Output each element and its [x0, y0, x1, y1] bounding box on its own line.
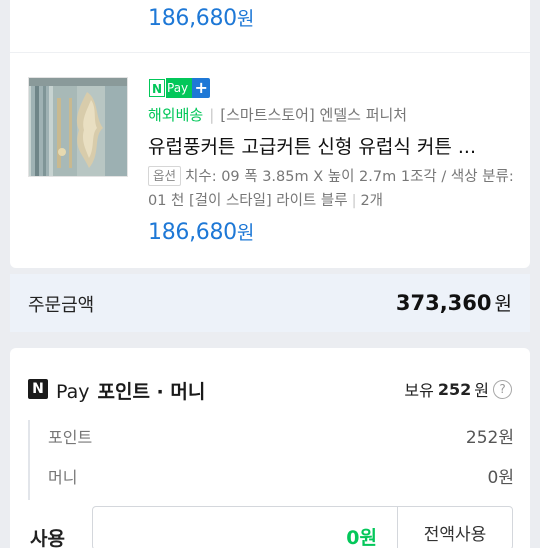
item-1-price: 186,680원 — [148, 6, 255, 31]
owned-balance: 보유 252 원 ? — [404, 377, 512, 401]
plus-icon: + — [192, 78, 211, 98]
option-tag: 옵션 — [148, 166, 182, 186]
npay-points-title: Pay 포인트 · 머니 — [56, 381, 206, 403]
item-2-seller-line: 해외배송 | [스마트스토어] 엔델스 퍼니처 — [148, 106, 408, 124]
balance-breakdown: 포인트 252원 머니 0원 — [28, 420, 514, 500]
money-row: 머니 0원 — [48, 468, 514, 488]
npay-points-card: N Pay 포인트 · 머니 보유 252 원 ? 포인트 252원 머니 0원 … — [10, 348, 530, 548]
option-text: 치수: 09 폭 3.85m X 높이 2.7m 1조각 / 색상 분류: 01… — [148, 169, 514, 209]
use-amount-input[interactable]: 0원 — [92, 506, 398, 548]
item-2-options: 옵션 치수: 09 폭 3.85m X 높이 2.7m 1조각 / 색상 분류: … — [148, 166, 514, 209]
npay-plus-badge: N Pay + — [148, 78, 211, 98]
points-row: 포인트 252원 — [48, 428, 514, 448]
item-2-title[interactable]: 유럽풍커튼 고급커튼 신형 유럽식 커튼 ... — [148, 132, 520, 159]
order-total-value: 373,360 원 — [395, 291, 512, 315]
use-all-button[interactable]: 전액사용 — [397, 506, 513, 548]
item-2-price: 186,680원 — [148, 220, 255, 245]
npay-n-icon: N — [149, 79, 165, 97]
help-icon[interactable]: ? — [493, 379, 512, 399]
item-2-thumbnail[interactable] — [28, 77, 128, 177]
order-total-label: 주문금액 — [28, 295, 95, 316]
use-label: 사용 — [30, 528, 65, 548]
order-total-bar: 주문금액 373,360 원 — [10, 274, 530, 332]
item-divider — [10, 52, 530, 53]
item-quantity: 2개 — [360, 193, 384, 209]
order-items-card: 186,680원 N Pay + 해외배송 | [스마트스토어] 엔델스 퍼니처 유… — [10, 0, 530, 268]
overseas-shipping-label: 해외배송 — [148, 106, 204, 124]
store-name[interactable]: [스마트스토어] 엔델스 퍼니처 — [220, 106, 407, 124]
npay-logo-icon: N — [28, 379, 48, 399]
